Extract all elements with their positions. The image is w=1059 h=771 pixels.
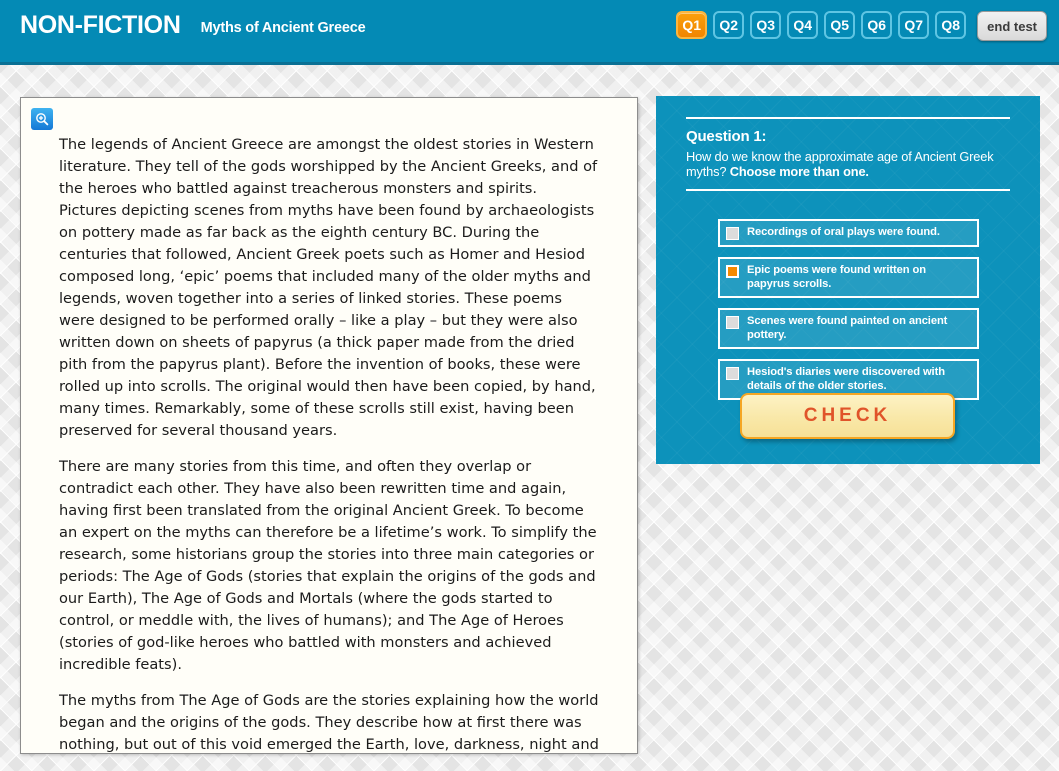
nav-question-5[interactable]: Q5: [824, 11, 856, 39]
nav-question-4[interactable]: Q4: [787, 11, 819, 39]
page-title: NON-FICTION: [20, 11, 181, 39]
check-answer-button[interactable]: CHECK: [740, 393, 955, 439]
nav-question-6[interactable]: Q6: [861, 11, 893, 39]
answer-option-2-label: Epic poems were found written on papyrus…: [747, 264, 926, 290]
article-body: The legends of Ancient Greece are amongs…: [59, 134, 599, 753]
nav-question-7[interactable]: Q7: [898, 11, 930, 39]
checkbox-unchecked-icon[interactable]: [726, 367, 739, 380]
answer-option-1[interactable]: Recordings of oral plays were found.: [718, 219, 979, 247]
question-prompt: How do we know the approximate age of An…: [686, 149, 1010, 179]
magnify-plus-icon[interactable]: [31, 108, 53, 130]
reading-panel: The legends of Ancient Greece are amongs…: [20, 97, 638, 754]
nav-question-1[interactable]: Q1: [676, 11, 708, 39]
article-paragraph-3: The myths from The Age of Gods are the s…: [59, 692, 599, 753]
app-header: NON-FICTION Myths of Ancient Greece Q1 Q…: [0, 0, 1059, 65]
nav-question-3[interactable]: Q3: [750, 11, 782, 39]
branding: NON-FICTION Myths of Ancient Greece: [20, 11, 366, 39]
page-subtitle: Myths of Ancient Greece: [200, 20, 366, 36]
question-number-label: Question 1:: [686, 128, 767, 145]
nav-question-8[interactable]: Q8: [935, 11, 967, 39]
nav-question-2[interactable]: Q2: [713, 11, 745, 39]
checkbox-checked-icon[interactable]: [726, 265, 739, 278]
question-panel: Question 1: How do we know the approxima…: [656, 96, 1040, 464]
question-header: Question 1: How do we know the approxima…: [686, 117, 1010, 191]
question-prompt-emphasis: Choose more than one.: [729, 164, 869, 179]
answer-option-1-label: Recordings of oral plays were found.: [747, 226, 940, 238]
answer-option-3[interactable]: Scenes were found painted on ancient pot…: [718, 308, 979, 349]
answer-option-2[interactable]: Epic poems were found written on papyrus…: [718, 257, 979, 298]
answer-option-3-label: Scenes were found painted on ancient pot…: [747, 315, 948, 341]
answer-option-4-label: Hesiod's diaries were discovered with de…: [747, 366, 945, 392]
answer-options: Recordings of oral plays were found. Epi…: [718, 219, 979, 400]
article-paragraph-2: There are many stories from this time, a…: [59, 458, 597, 673]
checkbox-unchecked-icon[interactable]: [726, 316, 739, 329]
article-paragraph-1: The legends of Ancient Greece are amongs…: [59, 136, 598, 439]
question-nav: Q1 Q2 Q3 Q4 Q5 Q6 Q7 Q8 end test: [676, 11, 1047, 41]
end-test-button[interactable]: end test: [977, 11, 1047, 41]
checkbox-unchecked-icon[interactable]: [726, 227, 739, 240]
